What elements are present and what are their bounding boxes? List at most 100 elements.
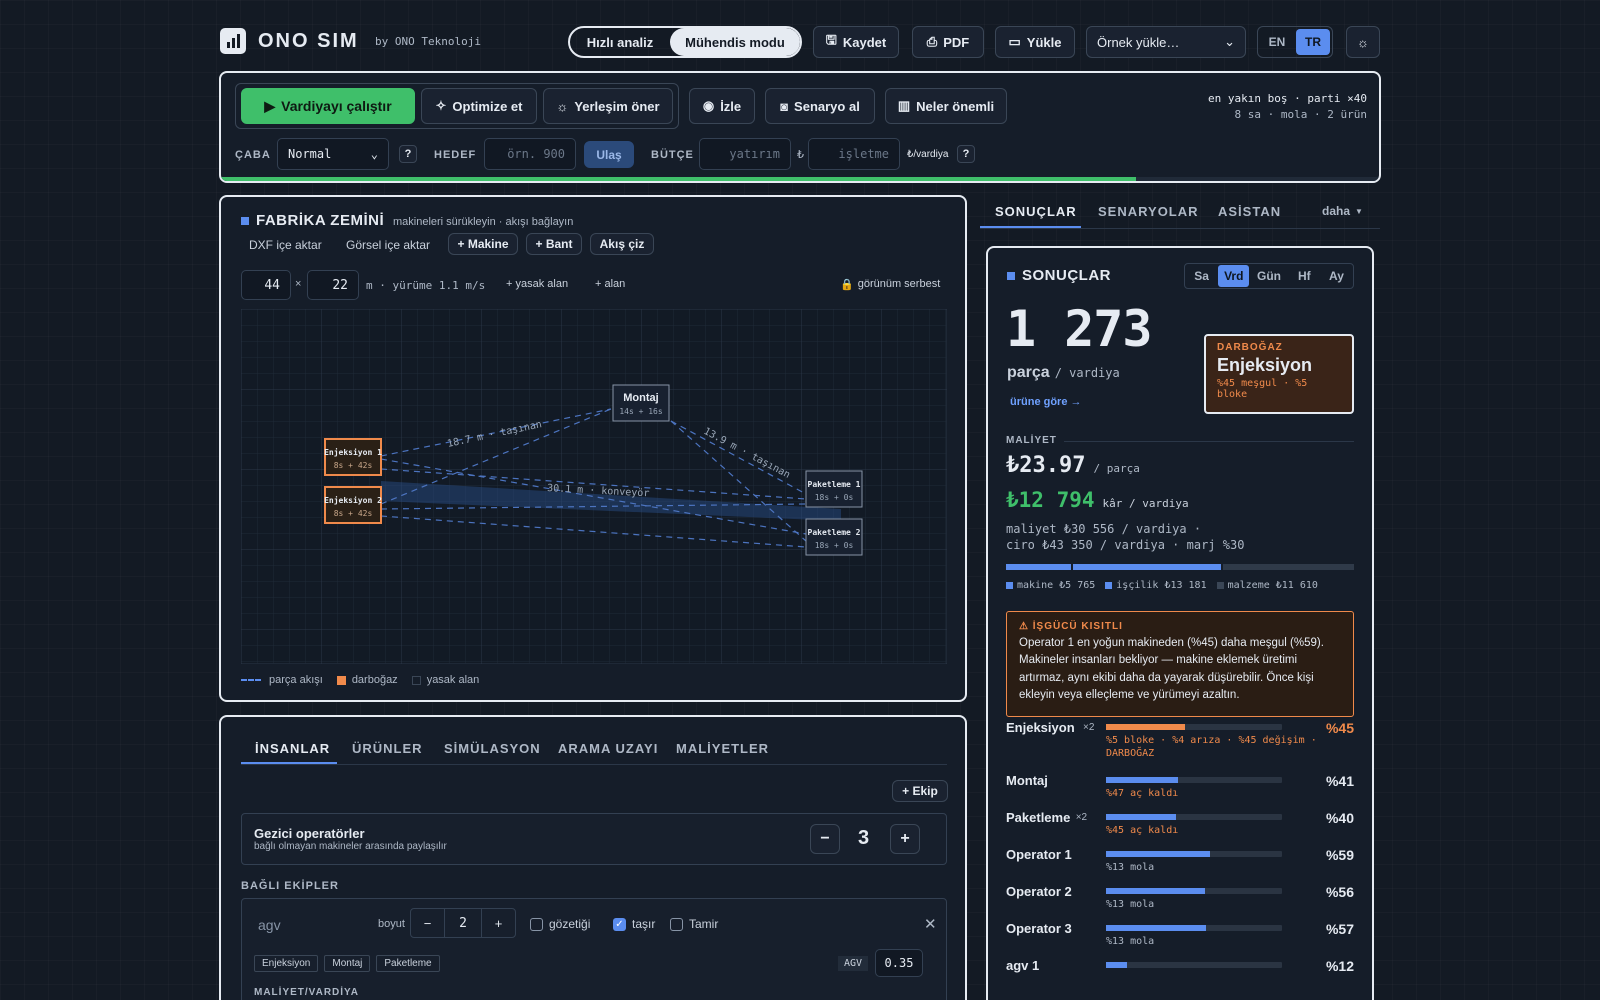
utilization-row: Operator 3 %57 %13 mola [1006, 921, 1354, 955]
period-hour[interactable]: Sa [1186, 265, 1217, 287]
draw-flow-button[interactable]: Akış çiz [590, 233, 654, 255]
machine-chip[interactable]: Paketleme [376, 955, 440, 972]
floor-width-input[interactable]: 44 [241, 270, 291, 300]
period-month[interactable]: Ay [1321, 265, 1352, 287]
reach-button[interactable]: Ulaş [584, 141, 634, 168]
util-name: agv 1 [1006, 958, 1040, 973]
play-icon: ▶ [264, 97, 276, 114]
suggest-layout-button[interactable]: ☼ Yerleşim öner [543, 88, 673, 124]
bottleneck-name: Enjeksiyon [1217, 355, 1313, 375]
cost-breakdown-bar [1006, 564, 1354, 570]
budget-help[interactable]: ? [957, 145, 975, 163]
machine-time: 18s + 0s [815, 541, 854, 550]
agv-value-input[interactable]: 0.35 [875, 949, 923, 977]
util-name: Operator 2 [1006, 884, 1072, 899]
more-menu[interactable]: daha ▼ [1322, 204, 1363, 218]
tab-products[interactable]: ÜRÜNLER [352, 741, 423, 756]
agv-tag: AGV [838, 956, 869, 971]
util-note: %13 mola [1106, 862, 1155, 873]
sun-icon: ☼ [1357, 34, 1369, 50]
dxf-import-link[interactable]: DXF içe aktar [249, 238, 322, 252]
util-note: %13 mola [1106, 899, 1155, 910]
watch-button[interactable]: ◉ İzle [689, 88, 755, 124]
carry-checkbox[interactable]: ✓ taşır [613, 917, 655, 931]
bottleneck-legend-swatch [336, 675, 346, 685]
mode-quick[interactable]: Hızlı analiz [570, 28, 670, 56]
machine-assembly[interactable]: Montaj 14s + 16s [612, 384, 670, 422]
add-machine-button[interactable]: + Makine [448, 233, 518, 255]
machine-packaging-1[interactable]: Paketleme 1 18s + 0s [805, 470, 863, 508]
operate-input[interactable]: işletme [808, 138, 900, 170]
tab-costs[interactable]: MALİYETLER [676, 741, 769, 756]
example-select[interactable]: Örnek yükle… ⌄ [1086, 26, 1246, 58]
image-import-link[interactable]: Görsel içe aktar [346, 238, 430, 252]
team-name-input[interactable]: agv [258, 917, 281, 933]
cost-divider [1064, 441, 1354, 442]
save-button[interactable]: 🖫 Kaydet [813, 26, 899, 58]
area-button[interactable]: + alan [595, 278, 625, 290]
legend-material: malzeme ₺11 610 [1216, 580, 1318, 591]
machine-injection-2[interactable]: Enjeksiyon 2 8s + 42s [324, 486, 382, 524]
roaming-increment-button[interactable]: + [890, 824, 920, 854]
machine-time: 18s + 0s [815, 493, 854, 502]
add-team-button[interactable]: + Ekip [892, 780, 948, 802]
roaming-operators-card: Gezici operatörler bağlı olmayan makinel… [241, 813, 947, 865]
util-bar [1106, 814, 1282, 820]
by-product-link[interactable]: ürüne göre → [1010, 396, 1082, 408]
camera-icon: ◙ [780, 98, 789, 114]
cost-label: MALİYET [1006, 435, 1057, 446]
floor-height-input[interactable]: 22 [307, 270, 359, 300]
period-day[interactable]: Gün [1250, 265, 1287, 287]
tab-search-space[interactable]: ARAMA UZAYI [558, 741, 658, 756]
add-belt-button[interactable]: + Bant [526, 233, 582, 255]
repair-checkbox[interactable]: Tamir [670, 917, 718, 931]
load-button[interactable]: ▭ Yükle [995, 26, 1075, 58]
profit: ₺12 794 kâr / vardiya [1006, 488, 1189, 512]
snapshot-button[interactable]: ◙ Senaryo al [765, 88, 875, 124]
pdf-button[interactable]: ⎙ PDF [912, 26, 984, 58]
optimize-button[interactable]: ✧ Optimize et [421, 88, 537, 124]
period-shift[interactable]: Vrd [1218, 265, 1250, 287]
size-increment-button[interactable]: + [481, 909, 515, 937]
close-icon[interactable]: ✕ [924, 915, 937, 933]
util-bar [1106, 962, 1282, 968]
lang-tr[interactable]: TR [1296, 29, 1330, 55]
utilization-row: Montaj %41 %47 aç kaldı [1006, 773, 1354, 807]
target-input[interactable]: örn. 900 [484, 138, 576, 170]
period-week[interactable]: Hf [1289, 265, 1320, 287]
period-toggle: Sa Vrd Gün Hf Ay [1184, 263, 1354, 289]
tab-scenarios[interactable]: SENARYOLAR [1098, 204, 1199, 219]
people-panel: İNSANLAR ÜRÜNLER SİMÜLASYON ARAMA UZAYI … [219, 715, 967, 1000]
effort-label: ÇABA [235, 149, 271, 161]
team-size-stepper[interactable]: − 2 + [410, 908, 516, 938]
checkbox-box [530, 917, 543, 931]
effort-select[interactable]: Normal ⌄ [277, 138, 389, 170]
control-panel: ▶ Vardiyayı çalıştır ✧ Optimize et ☼ Yerleş… [219, 71, 1381, 183]
floor-canvas[interactable]: 18.7 m · taşınan 13.9 m · taşınan 30.1 m… [241, 309, 947, 664]
tab-people[interactable]: İNSANLAR [255, 741, 330, 756]
util-note: %5 bloke · %4 arıza · %45 değişim · DARB… [1106, 735, 1317, 759]
machine-chip[interactable]: Montaj [324, 955, 371, 972]
what-matters-button[interactable]: ▥ Neler önemli [885, 88, 1007, 124]
machine-injection-1[interactable]: Enjeksiyon 1 8s + 42s [324, 438, 382, 476]
roaming-decrement-button[interactable]: − [810, 824, 840, 854]
invest-input[interactable]: yatırım [699, 138, 791, 170]
bottleneck-card[interactable]: DARBOĞAZ Enjeksiyon %45 meşgul · %5 blok… [1204, 334, 1354, 414]
theme-toggle[interactable]: ☼ [1346, 26, 1380, 58]
tab-simulation[interactable]: SİMÜLASYON [444, 741, 541, 756]
floor-subtitle: makineleri sürükleyin · akışı bağlayın [393, 216, 574, 228]
tab-results[interactable]: SONUÇLAR [995, 204, 1077, 219]
mode-engineer[interactable]: Mühendis modu [670, 28, 800, 56]
lang-en[interactable]: EN [1260, 29, 1294, 55]
machine-packaging-2[interactable]: Paketleme 2 18s + 0s [805, 518, 863, 556]
forbidden-area-button[interactable]: + yasak alan [506, 278, 568, 290]
throughput-unit: parça / vardiya [1007, 364, 1120, 381]
size-decrement-button[interactable]: − [411, 909, 445, 937]
team-size-label: boyut [378, 918, 405, 930]
machine-chip[interactable]: Enjeksiyon [254, 955, 319, 972]
tab-assistant[interactable]: ASİSTAN [1218, 204, 1281, 219]
view-lock[interactable]: 🔒 görünüm serbest [840, 278, 940, 291]
run-shift-button[interactable]: ▶ Vardiyayı çalıştır [241, 88, 415, 124]
supervise-checkbox[interactable]: gözetiği [530, 917, 590, 931]
effort-help[interactable]: ? [399, 145, 417, 163]
